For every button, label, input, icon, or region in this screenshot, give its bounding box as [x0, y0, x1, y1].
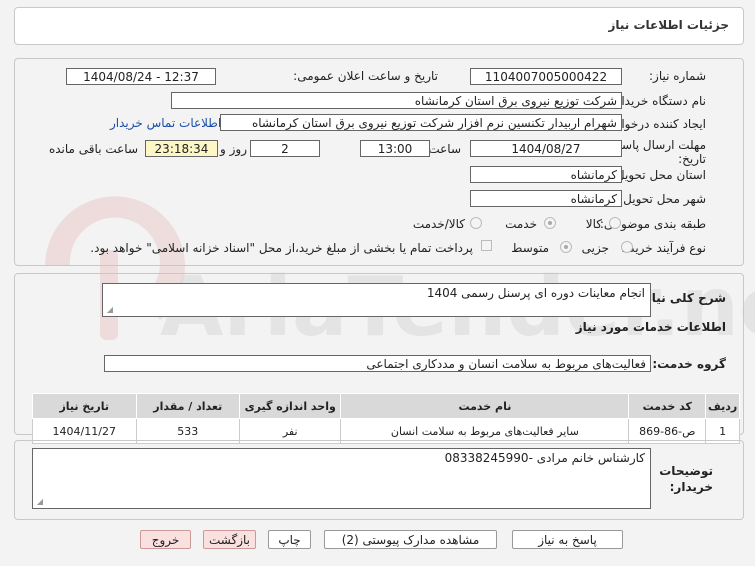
remaining-days-field: 2 [250, 140, 320, 157]
process-medium-label: متوسط [511, 241, 549, 255]
col-row-header: ردیف [705, 393, 740, 419]
service-group-label: گروه خدمت: [652, 357, 726, 371]
remaining-label: ساعت باقی مانده [48, 142, 138, 156]
summary-label: شرح کلی نیاز: [640, 291, 726, 305]
deadline-label-line2: تاریخ: [678, 152, 706, 166]
col-name-header: نام خدمت [340, 393, 630, 419]
buyer-org-field: شرکت توزیع نیروی برق استان کرمانشاه [171, 92, 622, 109]
deadline-time-label: ساعت [428, 142, 461, 156]
announce-date-field: 1404/08/24 - 12:37 [66, 68, 216, 85]
exit-button[interactable]: خروج [140, 530, 191, 549]
province-label: استان محل تحویل: [611, 168, 706, 182]
attachments-button[interactable]: مشاهده مدارک پیوستی (2) [324, 530, 497, 549]
summary-field: انجام معاینات دوره ای پرسنل رسمی 1404 ◢ [102, 283, 651, 317]
category-goods-label: کالا [585, 217, 602, 231]
header-bar: جزئیات اطلاعات نیاز [14, 7, 744, 45]
col-date-header: تاریخ نیاز [32, 393, 137, 419]
need-number-label: شماره نیاز: [649, 69, 706, 83]
process-medium-radio[interactable] [560, 241, 572, 253]
buyer-contact-link[interactable]: اطلاعات تماس خریدار [110, 116, 221, 130]
category-service-label: خدمت [505, 217, 537, 231]
category-goods-service-label: کالا/خدمت [412, 217, 465, 231]
need-number-field: 1104007005000422 [470, 68, 622, 85]
deadline-date-field: 1404/08/27 [470, 140, 622, 157]
reply-button[interactable]: پاسخ به نیاز [512, 530, 623, 549]
city-label: شهر محل تحویل: [619, 192, 706, 206]
process-minor-radio[interactable] [621, 241, 633, 253]
notes-text: کارشناس خانم مرادی -08338245990 [444, 451, 645, 465]
creator-field: شهرام اربیدار تکنسین نرم افزار شرکت توزی… [220, 114, 622, 131]
col-code-header: کد خدمت [628, 393, 707, 419]
info-panel [14, 58, 744, 266]
notes-label-line2: خریدار: [669, 480, 713, 494]
notes-label-line1: توضیحات [659, 464, 713, 478]
buyer-org-label: نام دستگاه خریدار: [611, 94, 707, 108]
col-qty-header: تعداد / مقدار [135, 393, 240, 419]
resize-grip-icon[interactable]: ◢ [105, 306, 113, 314]
category-goods-radio[interactable] [609, 217, 621, 229]
table-header-row: ردیف کد خدمت نام خدمت واحد اندازه گیری ت… [32, 393, 740, 419]
process-minor-label: جزیی [581, 241, 609, 255]
notes-field: کارشناس خانم مرادی -08338245990 ◢ [32, 448, 651, 509]
treasury-payment-checkbox[interactable] [481, 240, 492, 251]
services-section-title: اطلاعات خدمات مورد نیاز [575, 320, 726, 334]
category-goods-service-radio[interactable] [470, 217, 482, 229]
page-title: جزئیات اطلاعات نیاز [608, 18, 729, 32]
days-label: روز و [220, 142, 247, 156]
col-unit-header: واحد اندازه گیری [238, 393, 342, 419]
announce-date-label: تاریخ و ساعت اعلان عمومی: [293, 69, 438, 83]
remaining-time-field: 23:18:34 [145, 140, 218, 157]
treasury-payment-note: پرداخت تمام یا بخشی از مبلغ خرید،از محل … [90, 241, 473, 255]
deadline-time-field: 13:00 [360, 140, 430, 157]
province-field: کرمانشاه [470, 166, 622, 183]
print-button[interactable]: چاپ [268, 530, 311, 549]
category-service-radio[interactable] [544, 217, 556, 229]
process-label: نوع فرآیند خرید : [621, 241, 706, 255]
city-field: کرمانشاه [470, 190, 622, 207]
resize-grip-icon[interactable]: ◢ [35, 498, 43, 506]
service-group-field: فعالیت‌های مربوط به سلامت انسان و مددکار… [104, 355, 651, 372]
services-table: ردیف کد خدمت نام خدمت واحد اندازه گیری ت… [32, 393, 740, 444]
back-button[interactable]: بازگشت [203, 530, 256, 549]
summary-text: انجام معاینات دوره ای پرسنل رسمی 1404 [426, 286, 645, 300]
